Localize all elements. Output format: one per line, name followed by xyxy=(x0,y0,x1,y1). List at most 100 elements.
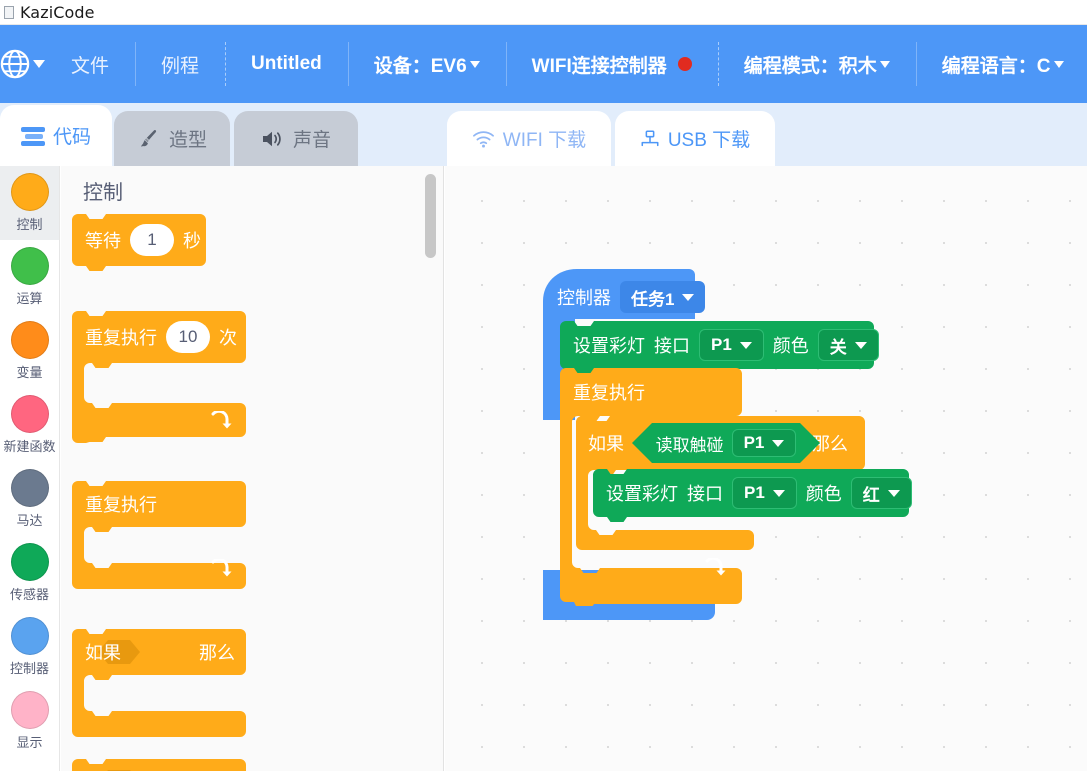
wait-duration-input[interactable]: 1 xyxy=(130,224,174,256)
usb-icon xyxy=(641,130,659,147)
tab-code[interactable]: 代码 xyxy=(0,105,112,166)
menu-item-examples[interactable]: 例程 xyxy=(135,25,225,103)
menu-item-label: 文件 xyxy=(71,55,110,77)
block-palette[interactable]: 控制 等待 1 秒 重复执行 10 次 重复执行 如果 那么 xyxy=(61,166,444,771)
menu-divider xyxy=(225,42,227,86)
category-label: 马达 xyxy=(16,513,43,528)
task-dropdown-value: 任务1 xyxy=(631,289,675,309)
port-dropdown[interactable]: P1 xyxy=(699,329,764,361)
category-motor[interactable]: 马达 xyxy=(0,462,59,536)
category-control[interactable]: 控制 xyxy=(0,166,59,240)
category-label: 变量 xyxy=(16,365,43,380)
menu-divider xyxy=(347,42,349,86)
loop-arrow-icon xyxy=(211,411,232,429)
menu-item-label: 编程模式：积木 xyxy=(743,55,877,77)
language-selector[interactable] xyxy=(0,25,45,103)
block-label: 重复执行 xyxy=(573,383,645,403)
chevron-down-icon xyxy=(1053,60,1064,68)
category-more[interactable] xyxy=(0,758,59,771)
menu-divider xyxy=(915,42,917,86)
app-window-icon xyxy=(4,5,14,19)
palette-scrollbar[interactable] xyxy=(425,174,436,258)
menu-item-label: 设备：EV6 xyxy=(373,55,467,77)
block-label: 接口 xyxy=(654,336,690,356)
task-dropdown[interactable]: 任务1 xyxy=(620,281,706,313)
tab-costume[interactable]: 造型 xyxy=(114,111,230,166)
touch-port-dropdown[interactable]: P1 xyxy=(731,429,797,457)
speaker-icon xyxy=(262,131,281,146)
connection-status-indicator xyxy=(677,57,692,71)
palette-block-repeat[interactable]: 重复执行 10 次 xyxy=(72,311,248,443)
category-color-dot xyxy=(10,617,49,655)
tab-usb-download[interactable]: USB 下载 xyxy=(615,111,775,166)
menu-item-label: Untitled xyxy=(251,53,322,74)
category-label: 运算 xyxy=(16,291,43,306)
globe-icon xyxy=(0,49,30,79)
color-dropdown[interactable]: 关 xyxy=(817,329,879,361)
main-area: 控制 运算 变量 新建函数 马达 传感器 控制器 显示 控制 等待 1 秒 重复… xyxy=(0,166,1087,771)
category-label: 传感器 xyxy=(9,587,49,602)
palette-block-wait[interactable]: 等待 1 秒 xyxy=(72,214,206,272)
palette-block-if-then[interactable]: 如果 那么 xyxy=(72,629,248,739)
menu-divider xyxy=(505,42,507,86)
block-set-rgb-led-off[interactable]: 设置彩灯 接口 P1 颜色 关 xyxy=(560,321,879,374)
palette-block-if-then-else[interactable]: 如果 那么 xyxy=(72,759,248,771)
block-label: 秒 xyxy=(183,231,201,251)
condition-slot[interactable] xyxy=(130,637,190,667)
tab-label: 代码 xyxy=(52,127,91,148)
category-rail: 控制 运算 变量 新建函数 马达 传感器 控制器 显示 xyxy=(0,166,60,771)
menu-item-wifi-connect[interactable]: WIFI连接控制器 xyxy=(505,25,718,103)
category-color-dot xyxy=(10,691,49,729)
menu-item-file[interactable]: 文件 xyxy=(45,25,135,103)
tab-label: USB 下载 xyxy=(667,130,751,151)
tab-strip: 代码 造型 声音 WIFI 下载 USB 下载 xyxy=(0,103,1087,166)
category-variables[interactable]: 变量 xyxy=(0,314,59,388)
hat-block-label: 控制器 xyxy=(557,288,611,308)
block-set-rgb-led-red[interactable]: 设置彩灯 接口 P1 颜色 红 xyxy=(593,469,912,522)
category-my-blocks[interactable]: 新建函数 xyxy=(0,388,59,462)
block-label: 重复执行 xyxy=(85,495,157,515)
tab-label: 造型 xyxy=(168,130,207,151)
script-canvas[interactable]: 控制器 任务1 设置彩灯 接口 P1 颜色 关 重复执行 如果 读取触碰 P1 … xyxy=(445,166,1087,771)
boolean-read-touch[interactable]: 读取触碰 P1 xyxy=(632,423,820,463)
port-dropdown[interactable]: P1 xyxy=(732,477,797,509)
block-label: 重复执行 xyxy=(85,328,157,348)
category-operators[interactable]: 运算 xyxy=(0,240,59,314)
palette-block-forever[interactable]: 重复执行 xyxy=(72,481,248,591)
brush-icon xyxy=(141,129,157,147)
tab-wifi-download[interactable]: WIFI 下载 xyxy=(447,111,611,166)
block-label: 等待 xyxy=(85,231,121,251)
menu-item-program-language[interactable]: 编程语言：C xyxy=(915,25,1087,103)
wifi-icon xyxy=(472,130,494,148)
category-display[interactable]: 显示 xyxy=(0,684,59,758)
kazicode-window: KaziCode 文件 例程 Untitled 设备：EV6 WIFI连接控制器… xyxy=(0,0,1087,771)
chevron-down-icon xyxy=(772,489,785,497)
menu-item-device[interactable]: 设备：EV6 xyxy=(347,25,506,103)
block-label: 接口 xyxy=(687,484,723,504)
loop-arrow-icon xyxy=(211,559,232,577)
boolean-label: 读取触碰 xyxy=(655,435,724,455)
category-sensor[interactable]: 传感器 xyxy=(0,536,59,610)
category-label: 新建函数 xyxy=(3,439,56,454)
menu-item-project-name[interactable]: Untitled xyxy=(225,25,348,103)
category-color-dot xyxy=(10,469,49,507)
repeat-count-input[interactable]: 10 xyxy=(166,321,210,353)
chevron-down-icon xyxy=(33,60,45,68)
menu-item-program-mode[interactable]: 编程模式：积木 xyxy=(717,25,916,103)
hat-block-controller[interactable]: 控制器 任务1 xyxy=(543,269,716,319)
window-title: KaziCode xyxy=(20,2,95,22)
menu-divider xyxy=(135,42,137,86)
tab-label: WIFI 下载 xyxy=(502,130,587,151)
chevron-down-icon xyxy=(682,293,695,301)
color-dropdown[interactable]: 红 xyxy=(850,477,912,509)
menu-item-label: 例程 xyxy=(161,55,200,77)
tab-sound[interactable]: 声音 xyxy=(234,111,358,166)
menu-divider xyxy=(717,42,719,86)
condition-slot[interactable] xyxy=(130,767,190,771)
block-label: 那么 xyxy=(199,643,235,663)
block-label: 如果 xyxy=(85,643,121,663)
chevron-down-icon xyxy=(854,341,867,349)
category-controller[interactable]: 控制器 xyxy=(0,610,59,684)
chevron-down-icon xyxy=(469,60,480,68)
port-dropdown-value: P1 xyxy=(744,483,765,502)
